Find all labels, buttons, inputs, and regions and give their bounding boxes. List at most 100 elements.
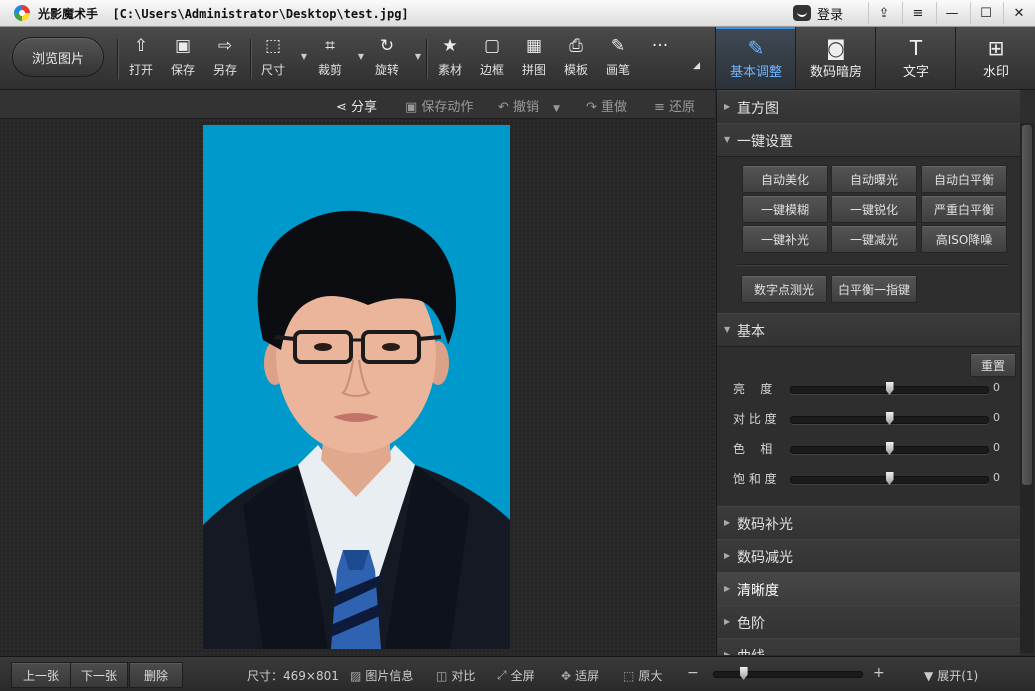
status-bar: 上一张 下一张 删除 尺寸：469×801 ▨ 图片信息 ◫ 对比 ⤢ 全屏 ✥ 适屏 … bbox=[0, 656, 1035, 691]
one-click-fill-light-button[interactable]: 一键补光 bbox=[742, 225, 828, 253]
panel-scrollbar[interactable] bbox=[1020, 123, 1034, 653]
zoom-slider-thumb[interactable] bbox=[739, 667, 748, 680]
digital-spot-metering-button[interactable]: 数字点测光 bbox=[741, 275, 827, 303]
saturation-slider-thumb[interactable] bbox=[885, 472, 894, 485]
section-one-click[interactable]: ▼ 一键设置 bbox=[717, 123, 1020, 157]
fit-screen-icon: ✥ bbox=[561, 668, 572, 683]
fullscreen-icon: ⤢ bbox=[497, 668, 507, 682]
zoom-out-button[interactable]: − bbox=[687, 665, 699, 681]
tab-darkroom[interactable]: ◙ 数码暗房 bbox=[795, 27, 876, 89]
section-basic[interactable]: ▼ 基本 bbox=[717, 313, 1020, 347]
minimize-button[interactable]: — bbox=[936, 2, 967, 24]
resize-icon: ⬚ bbox=[264, 36, 282, 56]
redo-icon: ↷ bbox=[586, 100, 602, 115]
save-action-button[interactable]: ▣ 保存动作 bbox=[405, 96, 473, 115]
skin-button[interactable]: ⇪ bbox=[868, 2, 899, 24]
hue-slider[interactable] bbox=[790, 442, 989, 455]
previous-image-button[interactable]: 上一张 bbox=[11, 662, 71, 688]
image-info-button[interactable]: ▨ 图片信息 bbox=[350, 667, 413, 684]
one-click-sharpen-button[interactable]: 一键锐化 bbox=[831, 195, 917, 223]
saturation-slider[interactable] bbox=[790, 472, 989, 485]
tab-text-label: 文字 bbox=[902, 65, 929, 80]
save-button[interactable]: ▣ 保存 bbox=[163, 35, 203, 83]
crop-button[interactable]: ⌗ 裁剪 ▼ bbox=[310, 35, 364, 83]
darkroom-icon: ◙ bbox=[826, 36, 846, 60]
rotate-icon: ↻ bbox=[379, 36, 395, 56]
one-click-blur-button[interactable]: 一键模糊 bbox=[742, 195, 828, 223]
brightness-slider-thumb[interactable] bbox=[885, 382, 894, 395]
brush-icon: ✎ bbox=[610, 36, 626, 56]
contrast-slider[interactable] bbox=[790, 412, 989, 425]
save-as-button[interactable]: ⇨ 另存 bbox=[205, 35, 245, 83]
undo-button[interactable]: ↶ 撤销 ▼ bbox=[498, 96, 560, 115]
section-levels[interactable]: ▶ 色阶 bbox=[717, 605, 1020, 639]
zoom-in-button[interactable]: + bbox=[873, 665, 885, 681]
template-button[interactable]: ⎙ 模板 bbox=[556, 35, 596, 83]
contrast-label: 对 比 度 bbox=[733, 412, 777, 426]
share-button[interactable]: ⋖ 分享 bbox=[336, 96, 377, 115]
collage-button[interactable]: ▦ 拼图 bbox=[514, 35, 554, 83]
close-button[interactable]: ✕ bbox=[1003, 2, 1034, 24]
tab-watermark[interactable]: ⊞ 水印 bbox=[955, 27, 1035, 89]
contrast-slider-thumb[interactable] bbox=[885, 412, 894, 425]
menu-button[interactable]: ≡ bbox=[902, 2, 933, 24]
image-canvas[interactable] bbox=[0, 119, 715, 655]
restore-button[interactable]: ≡ 还原 bbox=[654, 96, 695, 115]
login-label: 登录 bbox=[817, 7, 844, 23]
undo-dropdown-icon[interactable]: ▼ bbox=[553, 104, 560, 114]
login-button[interactable]: 登录 bbox=[793, 3, 843, 23]
panel-scrollbar-thumb[interactable] bbox=[1022, 125, 1032, 485]
border-button[interactable]: ▢ 边框 bbox=[472, 35, 512, 83]
open-label: 打开 bbox=[128, 63, 153, 77]
undo-icon: ↶ bbox=[498, 100, 514, 115]
tab-basic-adjust-label: 基本调整 bbox=[729, 65, 782, 80]
redo-button[interactable]: ↷ 重做 bbox=[586, 96, 627, 115]
section-basic-label: 基本 bbox=[737, 324, 765, 340]
maximize-button[interactable]: ☐ bbox=[970, 2, 1001, 24]
delete-image-button[interactable]: 删除 bbox=[129, 662, 183, 688]
auto-exposure-button[interactable]: 自动曝光 bbox=[831, 165, 917, 193]
brightness-value: 0 bbox=[993, 381, 1000, 394]
high-iso-denoise-button[interactable]: 高ISO降噪 bbox=[921, 225, 1007, 253]
auto-white-balance-button[interactable]: 自动白平衡 bbox=[921, 165, 1007, 193]
section-one-click-label: 一键设置 bbox=[737, 134, 793, 150]
tab-basic-adjust[interactable]: ✎ 基本调整 bbox=[715, 27, 796, 89]
material-button[interactable]: ★ 素材 bbox=[430, 35, 470, 83]
section-curves[interactable]: ▶ 曲线 bbox=[717, 638, 1020, 655]
next-image-button[interactable]: 下一张 bbox=[70, 662, 128, 688]
collapsed-arrow-icon: ▶ bbox=[724, 102, 731, 111]
section-histogram[interactable]: ▶ 直方图 bbox=[717, 90, 1020, 124]
compare-button[interactable]: ◫ 对比 bbox=[436, 667, 475, 684]
fullscreen-button[interactable]: ⤢ 全屏 bbox=[497, 667, 535, 684]
original-size-button[interactable]: ⬚ 原大 bbox=[623, 667, 662, 684]
browse-images-button[interactable]: 浏览图片 bbox=[12, 37, 104, 77]
more-tools-button[interactable]: ··· ◢ bbox=[640, 35, 700, 83]
crop-dropdown-icon[interactable]: ▼ bbox=[358, 52, 364, 61]
auto-beautify-button[interactable]: 自动美化 bbox=[742, 165, 828, 193]
border-icon: ▢ bbox=[483, 36, 501, 56]
section-digital-reduce-light[interactable]: ▶ 数码减光 bbox=[717, 539, 1020, 573]
resize-button[interactable]: ⬚ 尺寸 ▼ bbox=[253, 35, 307, 83]
collage-icon: ▦ bbox=[525, 36, 543, 56]
expand-button[interactable]: ▼ 展开(1) bbox=[924, 667, 978, 684]
share-icon: ⋖ bbox=[336, 100, 352, 115]
white-balance-picker-button[interactable]: 白平衡一指键 bbox=[831, 275, 917, 303]
undo-label: 撤销 bbox=[513, 100, 540, 115]
hue-slider-thumb[interactable] bbox=[885, 442, 894, 455]
save-label: 保存 bbox=[170, 63, 195, 77]
save-action-label: 保存动作 bbox=[421, 100, 474, 115]
section-clarity[interactable]: ▶ 清晰度 bbox=[717, 572, 1020, 606]
rotate-button[interactable]: ↻ 旋转 ▼ bbox=[367, 35, 421, 83]
brightness-slider[interactable] bbox=[790, 382, 989, 395]
tab-text[interactable]: T 文字 bbox=[875, 27, 956, 89]
brush-button[interactable]: ✎ 画笔 bbox=[598, 35, 638, 83]
zoom-slider[interactable] bbox=[713, 667, 863, 680]
rotate-dropdown-icon[interactable]: ▼ bbox=[415, 52, 421, 61]
fit-screen-button[interactable]: ✥ 适屏 bbox=[561, 667, 599, 684]
severe-white-balance-button[interactable]: 严重白平衡 bbox=[921, 195, 1007, 223]
section-digital-fill-light[interactable]: ▶ 数码补光 bbox=[717, 506, 1020, 540]
one-click-reduce-light-button[interactable]: 一键减光 bbox=[831, 225, 917, 253]
resize-dropdown-icon[interactable]: ▼ bbox=[301, 52, 307, 61]
reset-button[interactable]: 重置 bbox=[970, 353, 1016, 377]
open-button[interactable]: ⇧ 打开 bbox=[121, 35, 161, 83]
